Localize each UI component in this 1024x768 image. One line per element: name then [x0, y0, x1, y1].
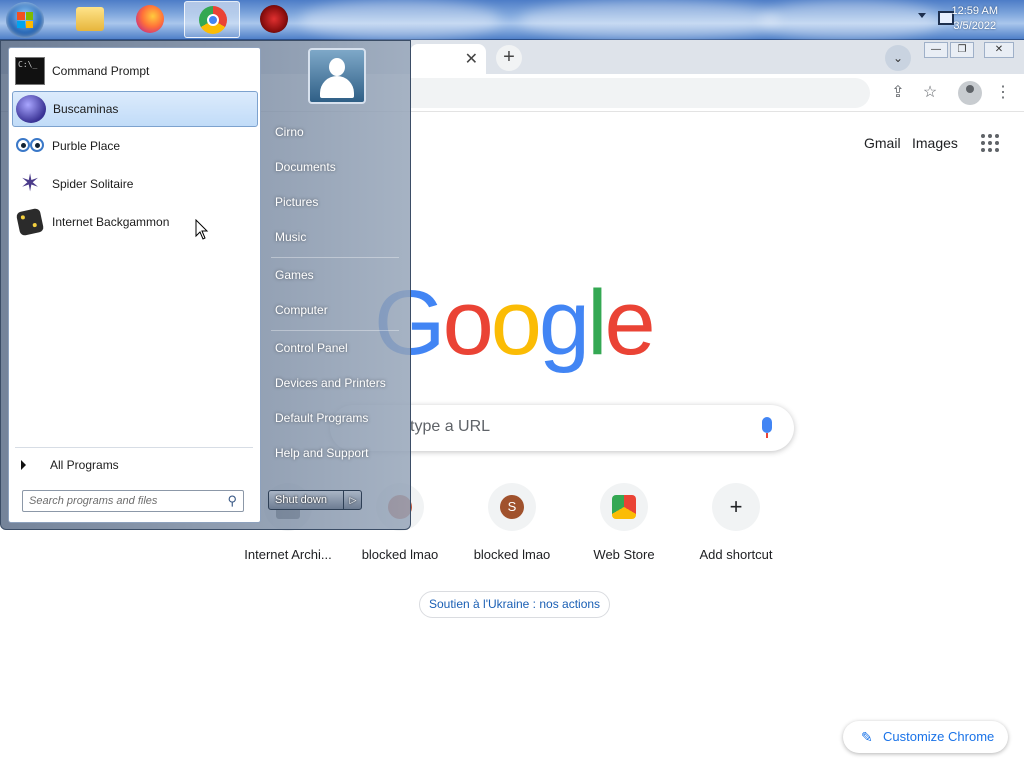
purble-eyes-icon: [15, 132, 45, 160]
program-buscaminas[interactable]: Buscaminas: [12, 91, 258, 127]
program-command-prompt[interactable]: C:\_ Command Prompt: [12, 54, 258, 90]
add-shortcut-tile[interactable]: + Add shortcut: [680, 483, 792, 583]
folder-icon: [76, 7, 104, 31]
start-link-games[interactable]: Games: [275, 268, 314, 282]
start-menu: C:\_ Command Prompt Buscaminas Purble Pl…: [0, 40, 411, 530]
start-link-documents[interactable]: Documents: [275, 160, 336, 174]
clock-time: 12:59 AM: [951, 5, 998, 17]
program-spider-solitaire[interactable]: ✶ Spider Solitaire: [12, 167, 258, 203]
shortcut-icon: S: [500, 495, 524, 519]
clock[interactable]: 12:59 AM 3/5/2022: [952, 4, 998, 34]
shortcut-tile[interactable]: S blocked lmao: [456, 483, 568, 583]
share-icon[interactable]: ⇪: [888, 83, 908, 103]
bookmark-star-icon[interactable]: ☆: [920, 83, 940, 103]
shortcut-label: blocked lmao: [361, 547, 439, 562]
taskbar-firefox[interactable]: [122, 1, 178, 38]
clock-date: 3/5/2022: [953, 20, 997, 32]
taskbar-chrome[interactable]: [184, 1, 240, 38]
cmd-icon: C:\_: [15, 57, 45, 85]
user-avatar[interactable]: [308, 48, 366, 104]
backgammon-icon: [15, 207, 45, 237]
start-link-help[interactable]: Help and Support: [275, 446, 368, 460]
start-button[interactable]: [6, 2, 44, 38]
close-tab-icon[interactable]: ✕: [465, 49, 478, 69]
start-link-devices[interactable]: Devices and Printers: [275, 376, 386, 390]
start-link-control-panel[interactable]: Control Panel: [275, 341, 348, 355]
system-tray: 12:59 AM 3/5/2022: [874, 0, 1024, 40]
google-logo: Google: [374, 272, 656, 374]
close-window-button[interactable]: ✕: [984, 42, 1014, 58]
start-link-pictures[interactable]: Pictures: [275, 195, 318, 209]
app-icon: [260, 5, 288, 33]
program-internet-backgammon[interactable]: Internet Backgammon: [12, 205, 258, 241]
firefox-icon: [136, 5, 164, 33]
taskbar-file-explorer[interactable]: [62, 1, 118, 38]
divider: [15, 447, 253, 448]
start-link-user[interactable]: Cirno: [275, 125, 304, 139]
start-link-default-programs[interactable]: Default Programs: [275, 411, 368, 425]
shortcut-label: Add shortcut: [699, 547, 773, 562]
pencil-icon: ✎: [861, 729, 873, 745]
minimize-button[interactable]: —: [924, 42, 948, 58]
show-hidden-icons[interactable]: [918, 13, 926, 18]
gmail-link[interactable]: Gmail: [864, 135, 901, 151]
voice-search-mic-icon[interactable]: [762, 417, 772, 438]
taskbar-red-app[interactable]: [246, 1, 302, 38]
start-link-computer[interactable]: Computer: [275, 303, 328, 317]
start-menu-programs: C:\_ Command Prompt Buscaminas Purble Pl…: [8, 47, 261, 523]
tab-new-tab[interactable]: ✕: [410, 44, 486, 74]
search-placeholder: Search programs and files: [29, 495, 158, 507]
search-placeholder: type a URL: [410, 418, 491, 435]
shortcut-tile[interactable]: Web Store: [568, 483, 680, 583]
desktop: 12:59 AM 3/5/2022 ✕ + ⌄ — ❐ ✕ ⇪ ☆ ⋮ Gmai…: [0, 0, 1024, 768]
taskbar: 12:59 AM 3/5/2022: [0, 0, 1024, 40]
images-link[interactable]: Images: [912, 135, 958, 151]
divider: [271, 330, 399, 331]
start-link-music[interactable]: Music: [275, 230, 306, 244]
web-store-icon: [612, 495, 636, 519]
customize-chrome-button[interactable]: ✎ Customize Chrome: [843, 721, 1008, 753]
customize-label: Customize Chrome: [883, 729, 995, 744]
minesweeper-icon: [16, 95, 46, 123]
mouse-cursor-icon: [195, 219, 209, 240]
ukraine-support-chip[interactable]: Soutien à l'Ukraine : nos actions: [419, 591, 611, 618]
divider: [271, 257, 399, 258]
shortcut-label: Web Store: [593, 547, 655, 562]
shortcut-label: blocked lmao: [473, 547, 551, 562]
profile-avatar-icon[interactable]: [958, 81, 982, 105]
program-purble-place[interactable]: Purble Place: [12, 129, 258, 165]
restore-button[interactable]: ❐: [950, 42, 974, 58]
shortcut-label: Internet Archi...: [244, 547, 332, 562]
all-programs-button[interactable]: All Programs: [21, 453, 251, 477]
search-icon: ⚲: [227, 493, 237, 508]
arrow-right-icon: [21, 460, 26, 470]
omnibox[interactable]: [410, 78, 870, 108]
menu-kebab-icon[interactable]: ⋮: [993, 83, 1013, 103]
chrome-icon: [199, 6, 227, 34]
shutdown-button[interactable]: Shut down ▷: [268, 490, 362, 510]
tab-search-chevron-icon[interactable]: ⌄: [885, 45, 911, 71]
plus-icon: +: [729, 494, 743, 519]
new-tab-button[interactable]: +: [496, 45, 522, 71]
start-search-input[interactable]: Search programs and files ⚲: [22, 490, 244, 512]
shutdown-options-arrow-icon[interactable]: ▷: [343, 491, 362, 509]
spider-icon: ✶: [19, 170, 41, 197]
windows-logo-icon: [17, 12, 33, 28]
google-apps-icon[interactable]: [981, 134, 999, 152]
